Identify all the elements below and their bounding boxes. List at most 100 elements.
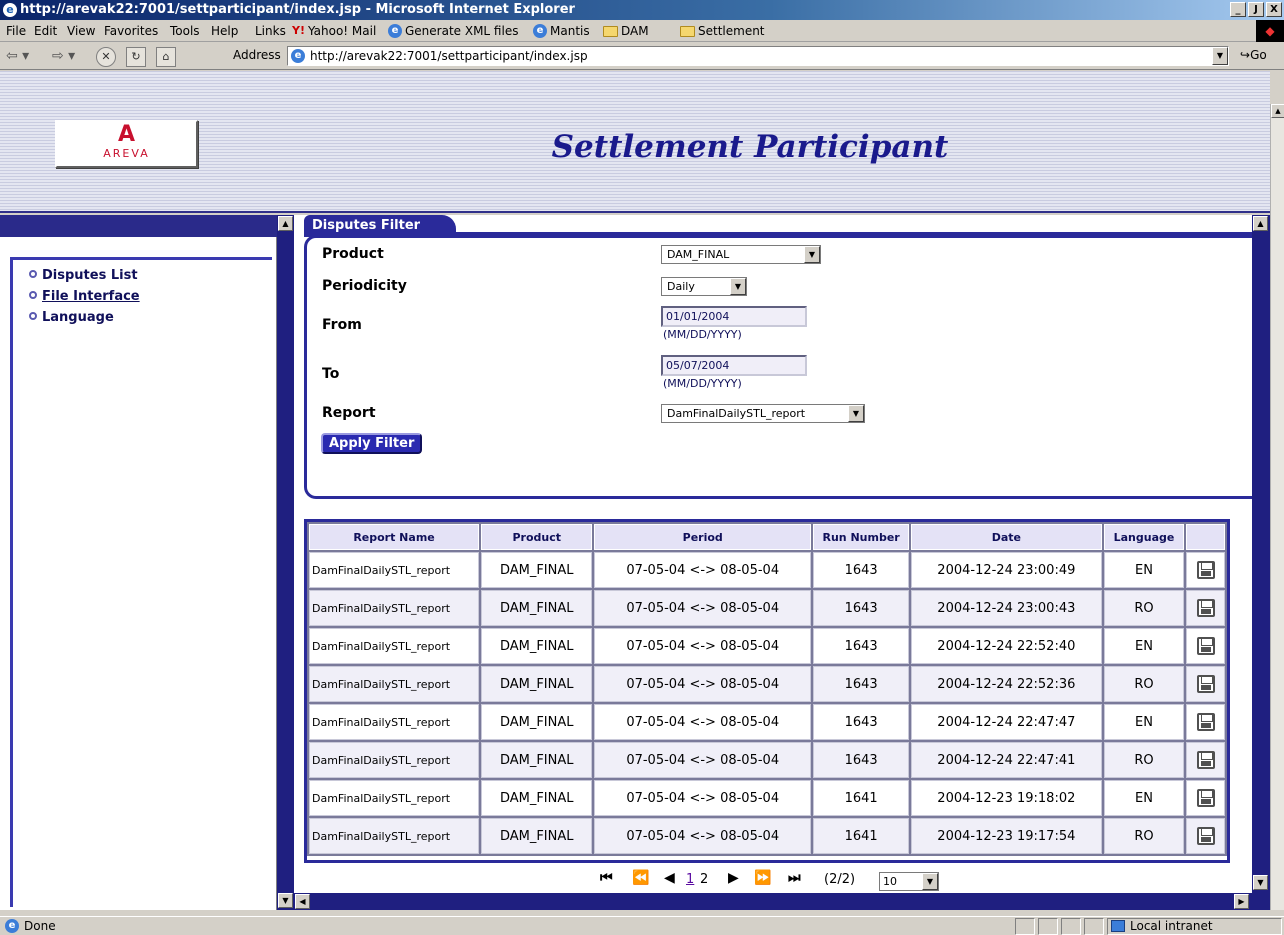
from-date-input[interactable]: 01/01/2004 — [661, 306, 807, 327]
security-zone: Local intranet — [1107, 918, 1282, 935]
content-horizontal-scrollbar[interactable]: ◀ ▶ — [294, 893, 1270, 910]
link-settlement[interactable]: Settlement — [680, 20, 765, 42]
stop-icon[interactable]: ✕ — [96, 47, 116, 67]
bullet-icon — [29, 312, 37, 320]
to-date-input[interactable]: 05/07/2004 — [661, 355, 807, 376]
back-button[interactable]: ⇦ ▾ — [6, 47, 29, 65]
report-select[interactable]: DamFinalDailySTL_report ▼ — [661, 404, 865, 423]
cell-actions — [1186, 666, 1225, 702]
page-size-select[interactable]: 10 ▼ — [879, 872, 939, 891]
save-icon[interactable] — [1196, 827, 1215, 845]
scroll-thumb[interactable] — [312, 894, 1192, 909]
save-icon[interactable] — [1196, 561, 1215, 579]
save-icon[interactable] — [1196, 713, 1215, 731]
report-label: Report — [322, 405, 376, 421]
link-generate-xml[interactable]: e Generate XML files — [388, 20, 518, 42]
report-value: DamFinalDailySTL_report — [667, 407, 806, 420]
next-page-icon[interactable]: ▶ — [728, 870, 739, 886]
scroll-up-icon[interactable]: ▲ — [278, 216, 293, 231]
sidebar-item-file-interface[interactable]: File Interface — [29, 289, 140, 304]
page-size-value: 10 — [883, 875, 897, 888]
maximize-button[interactable]: Ј — [1248, 2, 1264, 17]
table-row: DamFinalDailySTL_report DAM_FINAL 07-05-… — [309, 704, 1225, 740]
cell-period: 07-05-04 <-> 08-05-04 — [594, 818, 812, 854]
cell-date: 2004-12-24 23:00:43 — [911, 590, 1102, 626]
folder-icon — [680, 25, 695, 37]
cell-period: 07-05-04 <-> 08-05-04 — [594, 742, 812, 778]
table-header-row: Report Name Product Period Run Number Da… — [309, 524, 1225, 550]
menu-bar: File Edit View Favorites Tools Help Link… — [0, 20, 1284, 42]
scroll-down-icon[interactable]: ▼ — [1253, 875, 1268, 890]
address-input[interactable]: e http://arevak22:7001/settparticipant/i… — [287, 46, 1229, 66]
link-label: Settlement — [698, 24, 765, 38]
save-icon[interactable] — [1196, 637, 1215, 655]
scroll-thumb[interactable] — [279, 233, 292, 733]
cell-product: DAM_FINAL — [481, 552, 593, 588]
product-select[interactable]: DAM_FINAL ▼ — [661, 245, 821, 264]
menu-file[interactable]: File — [6, 20, 26, 42]
apply-filter-button[interactable]: Apply Filter — [321, 433, 423, 454]
intranet-icon — [1111, 920, 1125, 932]
scroll-down-icon[interactable]: ▼ — [278, 893, 293, 908]
close-button[interactable]: X — [1266, 2, 1282, 17]
save-icon[interactable] — [1196, 789, 1215, 807]
previous-page-icon[interactable]: ◀ — [664, 870, 675, 886]
cell-language: EN — [1103, 780, 1185, 816]
from-label: From — [322, 317, 362, 333]
first-page-icon[interactable]: ⏮ — [600, 870, 613, 886]
column-header-report-name: Report Name — [309, 524, 480, 550]
link-dam[interactable]: DAM — [603, 20, 649, 42]
column-header-actions — [1186, 524, 1225, 550]
forward-button[interactable]: ⇨ ▾ — [52, 47, 75, 65]
window-title: http://arevak22:7001/settparticipant/ind… — [20, 2, 575, 17]
table-row: DamFinalDailySTL_report DAM_FINAL 07-05-… — [309, 666, 1225, 702]
menu-tools[interactable]: Tools — [170, 20, 200, 42]
sidebar-item-disputes-list[interactable]: Disputes List — [29, 268, 138, 283]
page-link-1[interactable]: 1 — [686, 872, 694, 887]
sidebar-scrollbar[interactable]: ▲ ▼ — [277, 215, 294, 910]
window-vertical-scrollbar[interactable]: ▲ — [1270, 104, 1284, 910]
home-icon[interactable]: ⌂ — [156, 47, 176, 67]
content-vertical-scrollbar[interactable]: ▲ ▼ — [1252, 215, 1270, 893]
periodicity-select[interactable]: Daily ▼ — [661, 277, 747, 296]
chevron-down-icon[interactable]: ▼ — [922, 873, 938, 890]
menu-edit[interactable]: Edit — [34, 20, 57, 42]
scroll-left-icon[interactable]: ◀ — [295, 894, 310, 909]
save-icon[interactable] — [1196, 751, 1215, 769]
link-mantis[interactable]: e Mantis — [533, 20, 590, 42]
product-value: DAM_FINAL — [667, 248, 730, 261]
cell-run-number: 1641 — [813, 780, 910, 816]
last-page-icon[interactable]: ⏭ — [788, 870, 801, 886]
chevron-down-icon[interactable]: ▼ — [804, 246, 820, 263]
chevron-down-icon[interactable]: ▼ — [848, 405, 864, 422]
save-icon[interactable] — [1196, 599, 1215, 617]
address-dropdown-icon[interactable]: ▼ — [1212, 47, 1228, 65]
column-header-product: Product — [481, 524, 593, 550]
page-link-2[interactable]: 2 — [700, 872, 708, 887]
previous-block-icon[interactable]: ⏪ — [632, 870, 649, 886]
main-content: Product DAM_FINAL ▼ Periodicity Daily ▼ Fr… — [294, 215, 1270, 910]
refresh-icon[interactable]: ↻ — [126, 47, 146, 67]
status-pane — [1061, 918, 1081, 935]
go-button[interactable]: ↪Go — [1240, 48, 1267, 62]
menu-favorites[interactable]: Favorites — [104, 20, 158, 42]
next-block-icon[interactable]: ⏩ — [754, 870, 771, 886]
save-icon[interactable] — [1196, 675, 1215, 693]
scroll-up-icon[interactable]: ▲ — [1253, 216, 1268, 231]
product-label: Product — [322, 246, 384, 262]
menu-help[interactable]: Help — [211, 20, 238, 42]
cell-period: 07-05-04 <-> 08-05-04 — [594, 628, 812, 664]
link-label: Mantis — [550, 24, 590, 38]
cell-run-number: 1643 — [813, 666, 910, 702]
link-yahoo-mail[interactable]: Y! Yahoo! Mail — [292, 20, 376, 42]
cell-run-number: 1641 — [813, 818, 910, 854]
table-row: DamFinalDailySTL_report DAM_FINAL 07-05-… — [309, 590, 1225, 626]
menu-view[interactable]: View — [67, 20, 95, 42]
cell-language: RO — [1103, 742, 1185, 778]
sidebar-item-language[interactable]: Language — [29, 310, 114, 325]
scroll-right-icon[interactable]: ▶ — [1234, 894, 1249, 909]
minimize-button[interactable]: _ — [1230, 2, 1246, 17]
cell-report-name: DamFinalDailySTL_report — [309, 552, 480, 588]
chevron-down-icon[interactable]: ▼ — [730, 278, 746, 295]
scroll-up-icon[interactable]: ▲ — [1271, 104, 1284, 118]
